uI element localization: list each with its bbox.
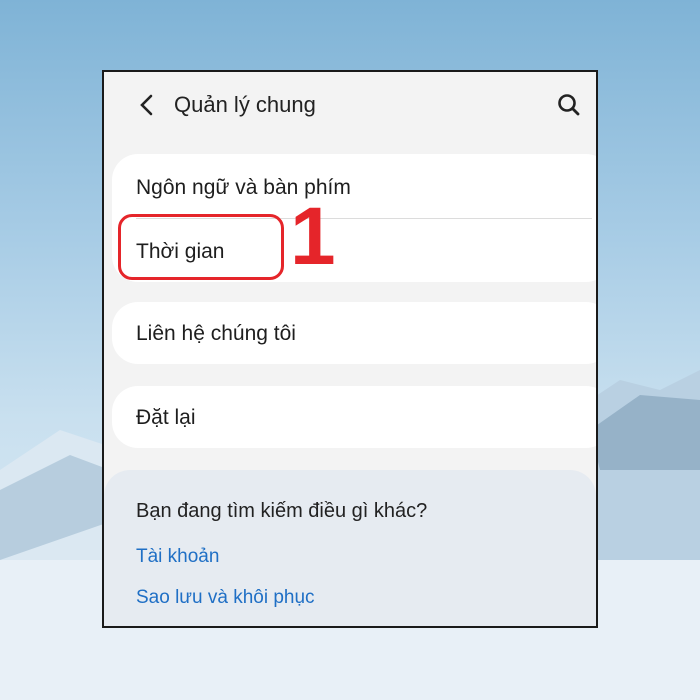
menu-item-contact[interactable]: Liên hệ chúng tôi	[136, 322, 296, 346]
search-icon	[558, 94, 580, 116]
settings-group-2: Liên hệ chúng tôi	[112, 302, 596, 364]
page-title: Quản lý chung	[174, 92, 316, 117]
menu-item-reset[interactable]: Đặt lại	[136, 406, 196, 430]
step-number: 1	[290, 191, 336, 282]
settings-group-3: Đặt lại	[112, 386, 596, 448]
settings-screen: Quản lý chung Ngôn ngữ và bàn phím Thời …	[102, 70, 598, 628]
search-button[interactable]	[554, 90, 584, 120]
link-account[interactable]: Tài khoản	[136, 546, 219, 568]
chevron-left-icon	[140, 94, 153, 116]
highlight-box	[118, 214, 284, 280]
top-bar: Quản lý chung	[104, 72, 596, 142]
suggestions-title: Bạn đang tìm kiếm điều gì khác?	[136, 500, 428, 522]
back-button[interactable]	[132, 90, 162, 120]
link-backup-restore[interactable]: Sao lưu và khôi phục	[136, 587, 315, 609]
